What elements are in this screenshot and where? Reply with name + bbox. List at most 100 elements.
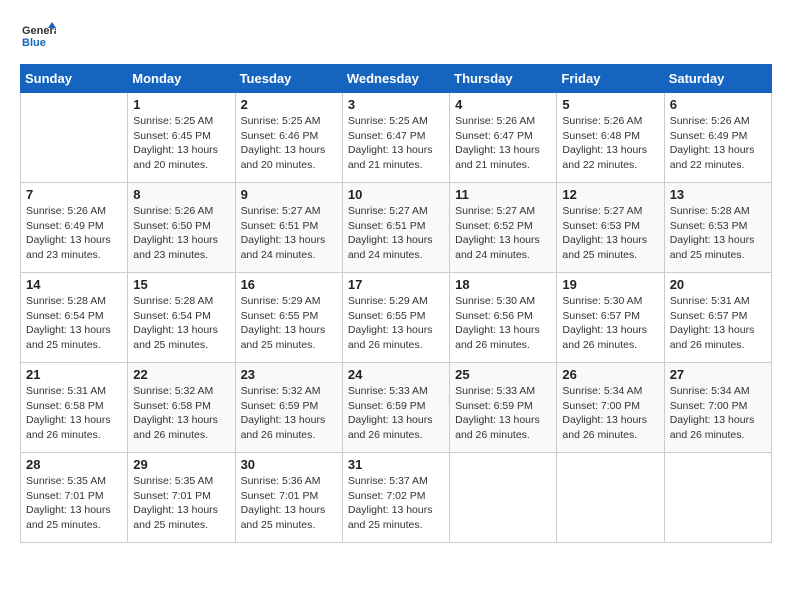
day-info: Sunrise: 5:26 AM Sunset: 6:48 PM Dayligh… xyxy=(562,114,658,173)
day-number: 13 xyxy=(670,187,766,202)
calendar-cell: 7 Sunrise: 5:26 AM Sunset: 6:49 PM Daylig… xyxy=(21,183,128,273)
day-number: 6 xyxy=(670,97,766,112)
calendar-cell: 13 Sunrise: 5:28 AM Sunset: 6:53 PM Dayli… xyxy=(664,183,771,273)
day-info: Sunrise: 5:27 AM Sunset: 6:52 PM Dayligh… xyxy=(455,204,551,263)
day-number: 31 xyxy=(348,457,444,472)
day-info: Sunrise: 5:26 AM Sunset: 6:49 PM Dayligh… xyxy=(670,114,766,173)
calendar-cell: 8Sunrise: 5:26 AM Sunset: 6:50 PM Daylig… xyxy=(128,183,235,273)
day-number: 12 xyxy=(562,187,658,202)
day-number: 20 xyxy=(670,277,766,292)
calendar-cell: 11 Sunrise: 5:27 AM Sunset: 6:52 PM Dayli… xyxy=(450,183,557,273)
day-number: 15 xyxy=(133,277,229,292)
calendar-cell: 27Sunrise: 5:34 AM Sunset: 7:00 PM Dayli… xyxy=(664,363,771,453)
calendar-cell: 20 Sunrise: 5:31 AM Sunset: 6:57 PM Dayli… xyxy=(664,273,771,363)
calendar-cell: 31 Sunrise: 5:37 AM Sunset: 7:02 PM Dayli… xyxy=(342,453,449,543)
header: General Blue xyxy=(20,20,772,56)
calendar-cell xyxy=(21,93,128,183)
day-info: Sunrise: 5:28 AM Sunset: 6:53 PM Dayligh… xyxy=(670,204,766,263)
logo: General Blue xyxy=(20,20,56,56)
day-number: 23 xyxy=(241,367,337,382)
day-info: Sunrise: 5:30 AM Sunset: 6:57 PM Dayligh… xyxy=(562,294,658,353)
calendar-cell: 10 Sunrise: 5:27 AM Sunset: 6:51 PM Dayli… xyxy=(342,183,449,273)
calendar-cell: 29 Sunrise: 5:35 AM Sunset: 7:01 PM Dayli… xyxy=(128,453,235,543)
day-info: Sunrise: 5:30 AM Sunset: 6:56 PM Dayligh… xyxy=(455,294,551,353)
day-number: 3 xyxy=(348,97,444,112)
day-number: 24 xyxy=(348,367,444,382)
weekday-header-monday: Monday xyxy=(128,65,235,93)
calendar-cell: 21Sunrise: 5:31 AM Sunset: 6:58 PM Dayli… xyxy=(21,363,128,453)
day-number: 18 xyxy=(455,277,551,292)
day-number: 4 xyxy=(455,97,551,112)
calendar-cell: 17 Sunrise: 5:29 AM Sunset: 6:55 PM Dayli… xyxy=(342,273,449,363)
weekday-header-thursday: Thursday xyxy=(450,65,557,93)
calendar-cell: 25Sunrise: 5:33 AM Sunset: 6:59 PM Dayli… xyxy=(450,363,557,453)
calendar-cell: 30Sunrise: 5:36 AM Sunset: 7:01 PM Dayli… xyxy=(235,453,342,543)
day-number: 17 xyxy=(348,277,444,292)
calendar-cell: 15 Sunrise: 5:28 AM Sunset: 6:54 PM Dayli… xyxy=(128,273,235,363)
day-info: Sunrise: 5:29 AM Sunset: 6:55 PM Dayligh… xyxy=(348,294,444,353)
day-info: Sunrise: 5:35 AM Sunset: 7:01 PM Dayligh… xyxy=(133,474,229,533)
calendar-cell: 22 Sunrise: 5:32 AM Sunset: 6:58 PM Dayli… xyxy=(128,363,235,453)
calendar-cell: 12 Sunrise: 5:27 AM Sunset: 6:53 PM Dayli… xyxy=(557,183,664,273)
calendar-cell: 2Sunrise: 5:25 AM Sunset: 6:46 PM Daylig… xyxy=(235,93,342,183)
day-info: Sunrise: 5:28 AM Sunset: 6:54 PM Dayligh… xyxy=(133,294,229,353)
calendar-cell: 14 Sunrise: 5:28 AM Sunset: 6:54 PM Dayli… xyxy=(21,273,128,363)
day-number: 27 xyxy=(670,367,766,382)
calendar-cell: 16 Sunrise: 5:29 AM Sunset: 6:55 PM Dayli… xyxy=(235,273,342,363)
day-info: Sunrise: 5:27 AM Sunset: 6:51 PM Dayligh… xyxy=(241,204,337,263)
calendar-cell: 28 Sunrise: 5:35 AM Sunset: 7:01 PM Dayli… xyxy=(21,453,128,543)
calendar-cell: 9 Sunrise: 5:27 AM Sunset: 6:51 PM Daylig… xyxy=(235,183,342,273)
week-row-5: 28 Sunrise: 5:35 AM Sunset: 7:01 PM Dayli… xyxy=(21,453,772,543)
weekday-header-wednesday: Wednesday xyxy=(342,65,449,93)
day-info: Sunrise: 5:27 AM Sunset: 6:51 PM Dayligh… xyxy=(348,204,444,263)
day-number: 22 xyxy=(133,367,229,382)
weekday-header-row: SundayMondayTuesdayWednesdayThursdayFrid… xyxy=(21,65,772,93)
day-number: 26 xyxy=(562,367,658,382)
day-number: 16 xyxy=(241,277,337,292)
day-number: 8 xyxy=(133,187,229,202)
day-info: Sunrise: 5:32 AM Sunset: 6:58 PM Dayligh… xyxy=(133,384,229,443)
calendar-cell: 26Sunrise: 5:34 AM Sunset: 7:00 PM Dayli… xyxy=(557,363,664,453)
weekday-header-tuesday: Tuesday xyxy=(235,65,342,93)
day-number: 1 xyxy=(133,97,229,112)
calendar-cell: 3Sunrise: 5:25 AM Sunset: 6:47 PM Daylig… xyxy=(342,93,449,183)
day-info: Sunrise: 5:33 AM Sunset: 6:59 PM Dayligh… xyxy=(455,384,551,443)
day-number: 14 xyxy=(26,277,122,292)
week-row-4: 21Sunrise: 5:31 AM Sunset: 6:58 PM Dayli… xyxy=(21,363,772,453)
day-info: Sunrise: 5:31 AM Sunset: 6:57 PM Dayligh… xyxy=(670,294,766,353)
weekday-header-saturday: Saturday xyxy=(664,65,771,93)
day-number: 30 xyxy=(241,457,337,472)
day-info: Sunrise: 5:29 AM Sunset: 6:55 PM Dayligh… xyxy=(241,294,337,353)
calendar-cell xyxy=(557,453,664,543)
calendar-cell: 19 Sunrise: 5:30 AM Sunset: 6:57 PM Dayli… xyxy=(557,273,664,363)
day-number: 2 xyxy=(241,97,337,112)
day-number: 7 xyxy=(26,187,122,202)
day-number: 29 xyxy=(133,457,229,472)
calendar-cell: 4 Sunrise: 5:26 AM Sunset: 6:47 PM Daylig… xyxy=(450,93,557,183)
day-info: Sunrise: 5:33 AM Sunset: 6:59 PM Dayligh… xyxy=(348,384,444,443)
day-info: Sunrise: 5:37 AM Sunset: 7:02 PM Dayligh… xyxy=(348,474,444,533)
day-number: 10 xyxy=(348,187,444,202)
day-number: 11 xyxy=(455,187,551,202)
day-info: Sunrise: 5:26 AM Sunset: 6:47 PM Dayligh… xyxy=(455,114,551,173)
day-info: Sunrise: 5:26 AM Sunset: 6:49 PM Dayligh… xyxy=(26,204,122,263)
day-info: Sunrise: 5:32 AM Sunset: 6:59 PM Dayligh… xyxy=(241,384,337,443)
calendar-cell xyxy=(450,453,557,543)
calendar-cell: 1 Sunrise: 5:25 AM Sunset: 6:45 PM Daylig… xyxy=(128,93,235,183)
week-row-1: 1 Sunrise: 5:25 AM Sunset: 6:45 PM Daylig… xyxy=(21,93,772,183)
day-number: 21 xyxy=(26,367,122,382)
day-info: Sunrise: 5:27 AM Sunset: 6:53 PM Dayligh… xyxy=(562,204,658,263)
calendar-cell: 6 Sunrise: 5:26 AM Sunset: 6:49 PM Daylig… xyxy=(664,93,771,183)
day-info: Sunrise: 5:25 AM Sunset: 6:45 PM Dayligh… xyxy=(133,114,229,173)
weekday-header-friday: Friday xyxy=(557,65,664,93)
day-number: 5 xyxy=(562,97,658,112)
calendar-cell: 18 Sunrise: 5:30 AM Sunset: 6:56 PM Dayli… xyxy=(450,273,557,363)
day-info: Sunrise: 5:35 AM Sunset: 7:01 PM Dayligh… xyxy=(26,474,122,533)
day-number: 19 xyxy=(562,277,658,292)
day-number: 28 xyxy=(26,457,122,472)
calendar-table: SundayMondayTuesdayWednesdayThursdayFrid… xyxy=(20,64,772,543)
week-row-3: 14 Sunrise: 5:28 AM Sunset: 6:54 PM Dayli… xyxy=(21,273,772,363)
day-number: 9 xyxy=(241,187,337,202)
calendar-cell: 5 Sunrise: 5:26 AM Sunset: 6:48 PM Daylig… xyxy=(557,93,664,183)
day-info: Sunrise: 5:28 AM Sunset: 6:54 PM Dayligh… xyxy=(26,294,122,353)
